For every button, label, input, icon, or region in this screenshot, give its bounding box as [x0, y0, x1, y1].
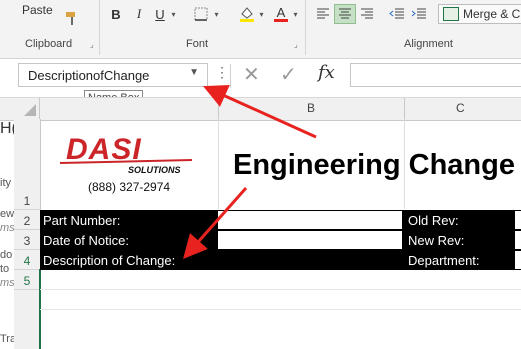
- arrow-to-description-label: [183, 187, 248, 259]
- arrow-to-name-box: [203, 84, 317, 139]
- annotation-arrows: [183, 84, 317, 259]
